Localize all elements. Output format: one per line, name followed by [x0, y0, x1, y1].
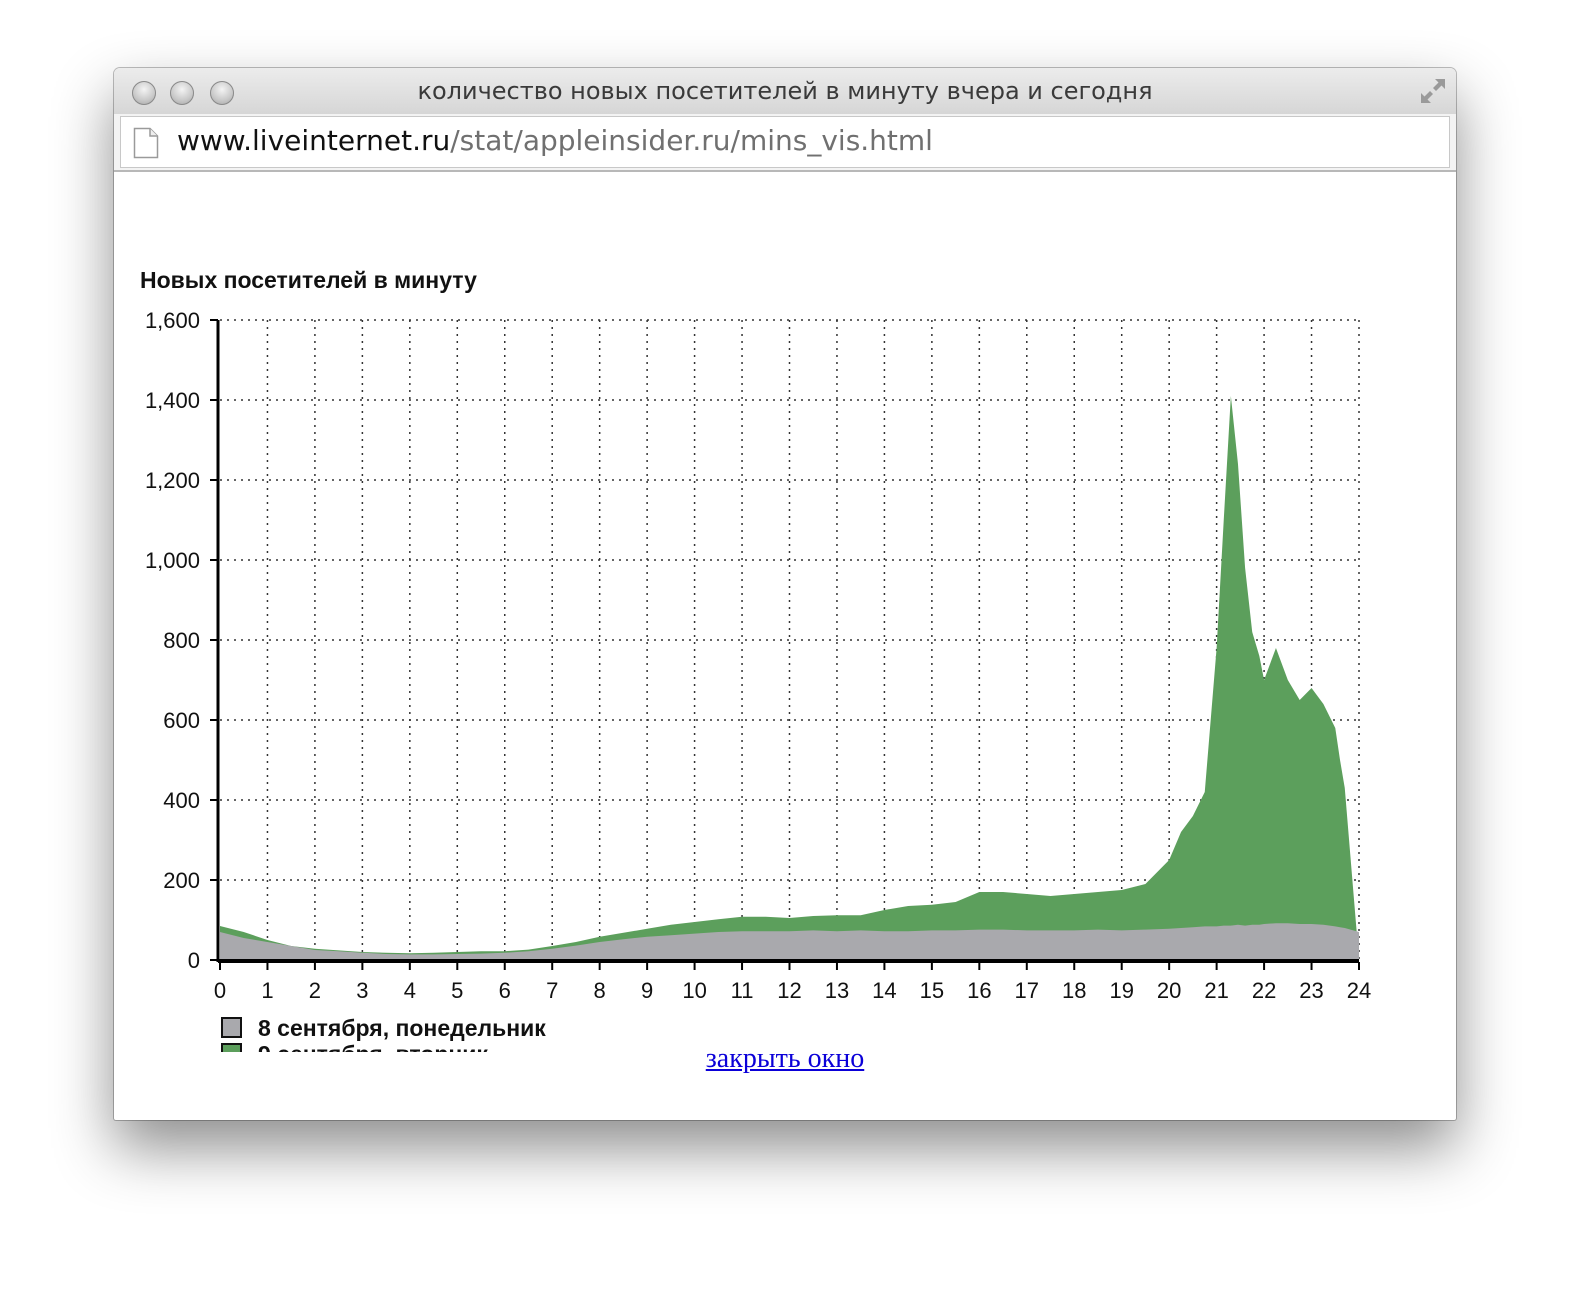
y-axis-ticks: 0 200 400 600 800 1,000 1,200 1,400 1,600 [145, 308, 218, 973]
close-link-wrap: закрыть окно [114, 1043, 1456, 1075]
x-tick-label: 19 [1109, 978, 1133, 1003]
x-axis-ticks: 0 1 2 3 4 5 6 7 8 9 10 11 12 13 14 15 16 17 18 19 20 21 22 23 24 [214, 962, 1371, 1003]
url-field[interactable]: www.liveinternet.ru/stat/appleinsider.ru… [120, 116, 1450, 168]
y-tick-label: 1,000 [145, 548, 200, 573]
x-tick-label: 12 [777, 978, 801, 1003]
x-tick-label: 2 [309, 978, 321, 1003]
x-tick-label: 7 [546, 978, 558, 1003]
x-tick-label: 20 [1157, 978, 1181, 1003]
address-bar: www.liveinternet.ru/stat/appleinsider.ru… [114, 114, 1456, 172]
x-tick-label: 17 [1015, 978, 1039, 1003]
chart-title: Новых посетителей в минуту [140, 267, 477, 293]
x-tick-label: 1 [261, 978, 273, 1003]
legend-label: 8 сентября, понедельник [258, 1015, 546, 1041]
x-tick-label: 0 [214, 978, 226, 1003]
visitors-chart: Новых посетителей в минуту 0200400600800… [140, 267, 1371, 1052]
x-tick-label: 24 [1347, 978, 1371, 1003]
url-path: /stat/appleinsider.ru/mins_vis.html [450, 124, 933, 157]
x-tick-label: 18 [1062, 978, 1086, 1003]
y-tick-label: 800 [163, 628, 200, 653]
x-tick-label: 8 [594, 978, 606, 1003]
x-tick-label: 15 [920, 978, 944, 1003]
title-bar: количество новых посетителей в минуту вч… [114, 68, 1456, 115]
x-tick-label: 3 [356, 978, 368, 1003]
y-tick-label: 1,600 [145, 308, 200, 333]
y-tick-label: 1,400 [145, 388, 200, 413]
x-tick-label: 11 [731, 978, 754, 1003]
browser-window: количество новых посетителей в минуту вч… [114, 68, 1456, 1120]
x-tick-label: 5 [451, 978, 463, 1003]
x-tick-label: 21 [1204, 978, 1228, 1003]
x-tick-label: 6 [499, 978, 511, 1003]
y-tick-label: 400 [163, 788, 200, 813]
legend-swatch [221, 1017, 242, 1038]
y-tick-label: 200 [163, 868, 200, 893]
y-tick-label: 600 [163, 708, 200, 733]
close-window-link[interactable]: закрыть окно [706, 1043, 865, 1074]
url-text[interactable]: www.liveinternet.ru/stat/appleinsider.ru… [177, 124, 933, 157]
window-title: количество новых посетителей в минуту вч… [417, 77, 1153, 105]
y-tick-label: 1,200 [145, 468, 200, 493]
y-tick-label: 0 [188, 948, 200, 973]
x-tick-label: 13 [825, 978, 849, 1003]
page-icon [133, 127, 159, 159]
url-host: www.liveinternet.ru [177, 124, 451, 157]
x-tick-label: 10 [682, 978, 706, 1003]
x-tick-label: 22 [1252, 978, 1276, 1003]
x-tick-label: 23 [1299, 978, 1323, 1003]
x-tick-label: 16 [967, 978, 991, 1003]
x-tick-label: 9 [641, 978, 653, 1003]
x-tick-label: 14 [872, 978, 896, 1003]
fullscreen-icon[interactable] [1418, 76, 1448, 106]
x-tick-label: 4 [404, 978, 416, 1003]
